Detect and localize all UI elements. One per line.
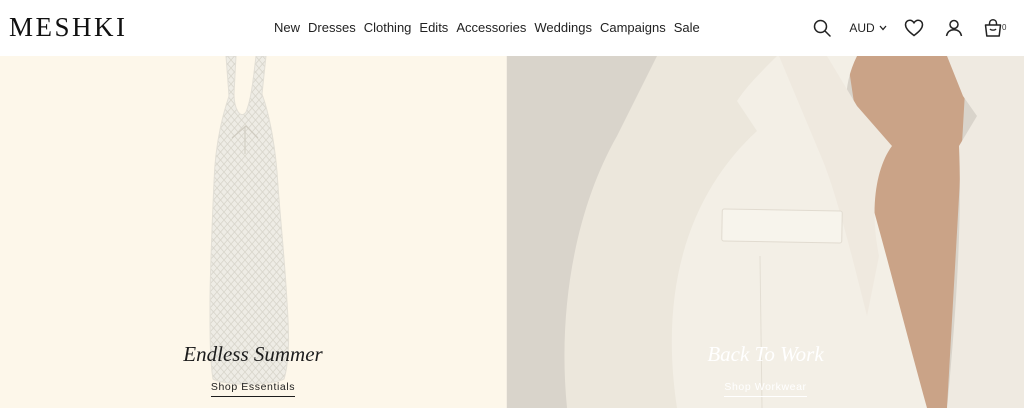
account-button[interactable] — [943, 17, 965, 39]
heart-icon — [904, 19, 924, 37]
nav-item-dresses[interactable]: Dresses — [308, 19, 356, 37]
hero-left-panel[interactable]: Endless Summer Shop Essentials — [0, 56, 506, 408]
nav-item-clothing[interactable]: Clothing — [364, 19, 412, 37]
hero-left-title: Endless Summer — [183, 342, 323, 366]
nav-item-campaigns[interactable]: Campaigns — [600, 19, 666, 37]
bag-icon — [984, 19, 1002, 37]
nav-item-new[interactable]: New — [274, 19, 300, 37]
search-icon — [813, 19, 831, 37]
cart-button[interactable]: 0 — [983, 17, 1013, 39]
nav-item-sale[interactable]: Sale — [674, 19, 700, 37]
currency-label: AUD — [849, 21, 875, 35]
currency-selector[interactable]: AUD — [848, 17, 888, 39]
brand-logo[interactable]: MESHKI — [9, 12, 128, 42]
user-icon — [945, 19, 963, 37]
cart-count: 0 — [1002, 23, 1007, 32]
nav-item-accessories[interactable]: Accessories — [456, 19, 526, 37]
search-button[interactable] — [811, 17, 833, 39]
chevron-down-icon — [879, 25, 887, 31]
shop-essentials-link[interactable]: Shop Essentials — [210, 381, 296, 397]
hero-right-title: Back To Work — [707, 342, 824, 366]
shop-workwear-link[interactable]: Shop Workwear — [724, 381, 807, 397]
nav-item-weddings[interactable]: Weddings — [534, 19, 592, 37]
hero-left-caption: Endless Summer Shop Essentials — [0, 342, 506, 397]
hero-right-panel[interactable]: Back To Work Shop Workwear — [507, 56, 1024, 408]
wishlist-button[interactable] — [903, 17, 925, 39]
hero-right-caption: Back To Work Shop Workwear — [507, 342, 1024, 397]
nav-item-edits[interactable]: Edits — [419, 19, 448, 37]
main-nav: New Dresses Clothing Edits Accessories W… — [274, 19, 708, 37]
site-header: MESHKI New Dresses Clothing Edits Access… — [0, 0, 1024, 56]
